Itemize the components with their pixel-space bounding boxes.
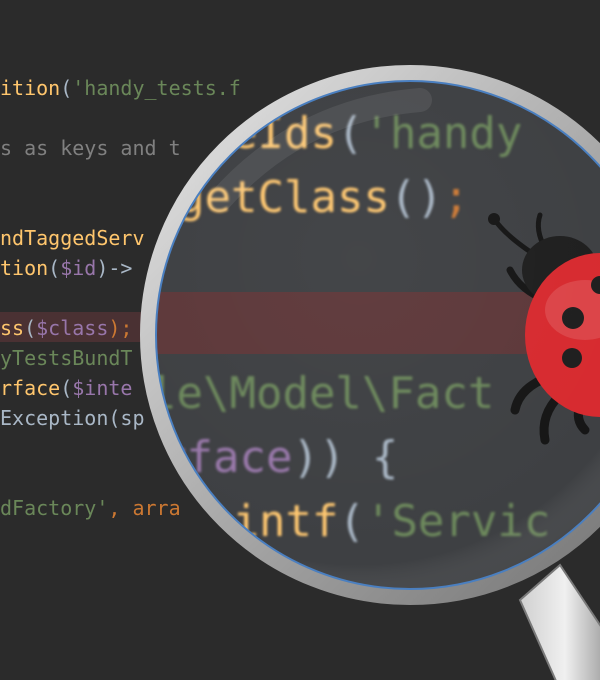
- magnifying-glass-icon: iceIds('handy getClass(); le\Model\Fact …: [140, 65, 600, 680]
- magnifier-handle: [518, 563, 600, 680]
- code-editor-illustration: ition('handy_tests.f s as keys and t ndT…: [0, 0, 600, 680]
